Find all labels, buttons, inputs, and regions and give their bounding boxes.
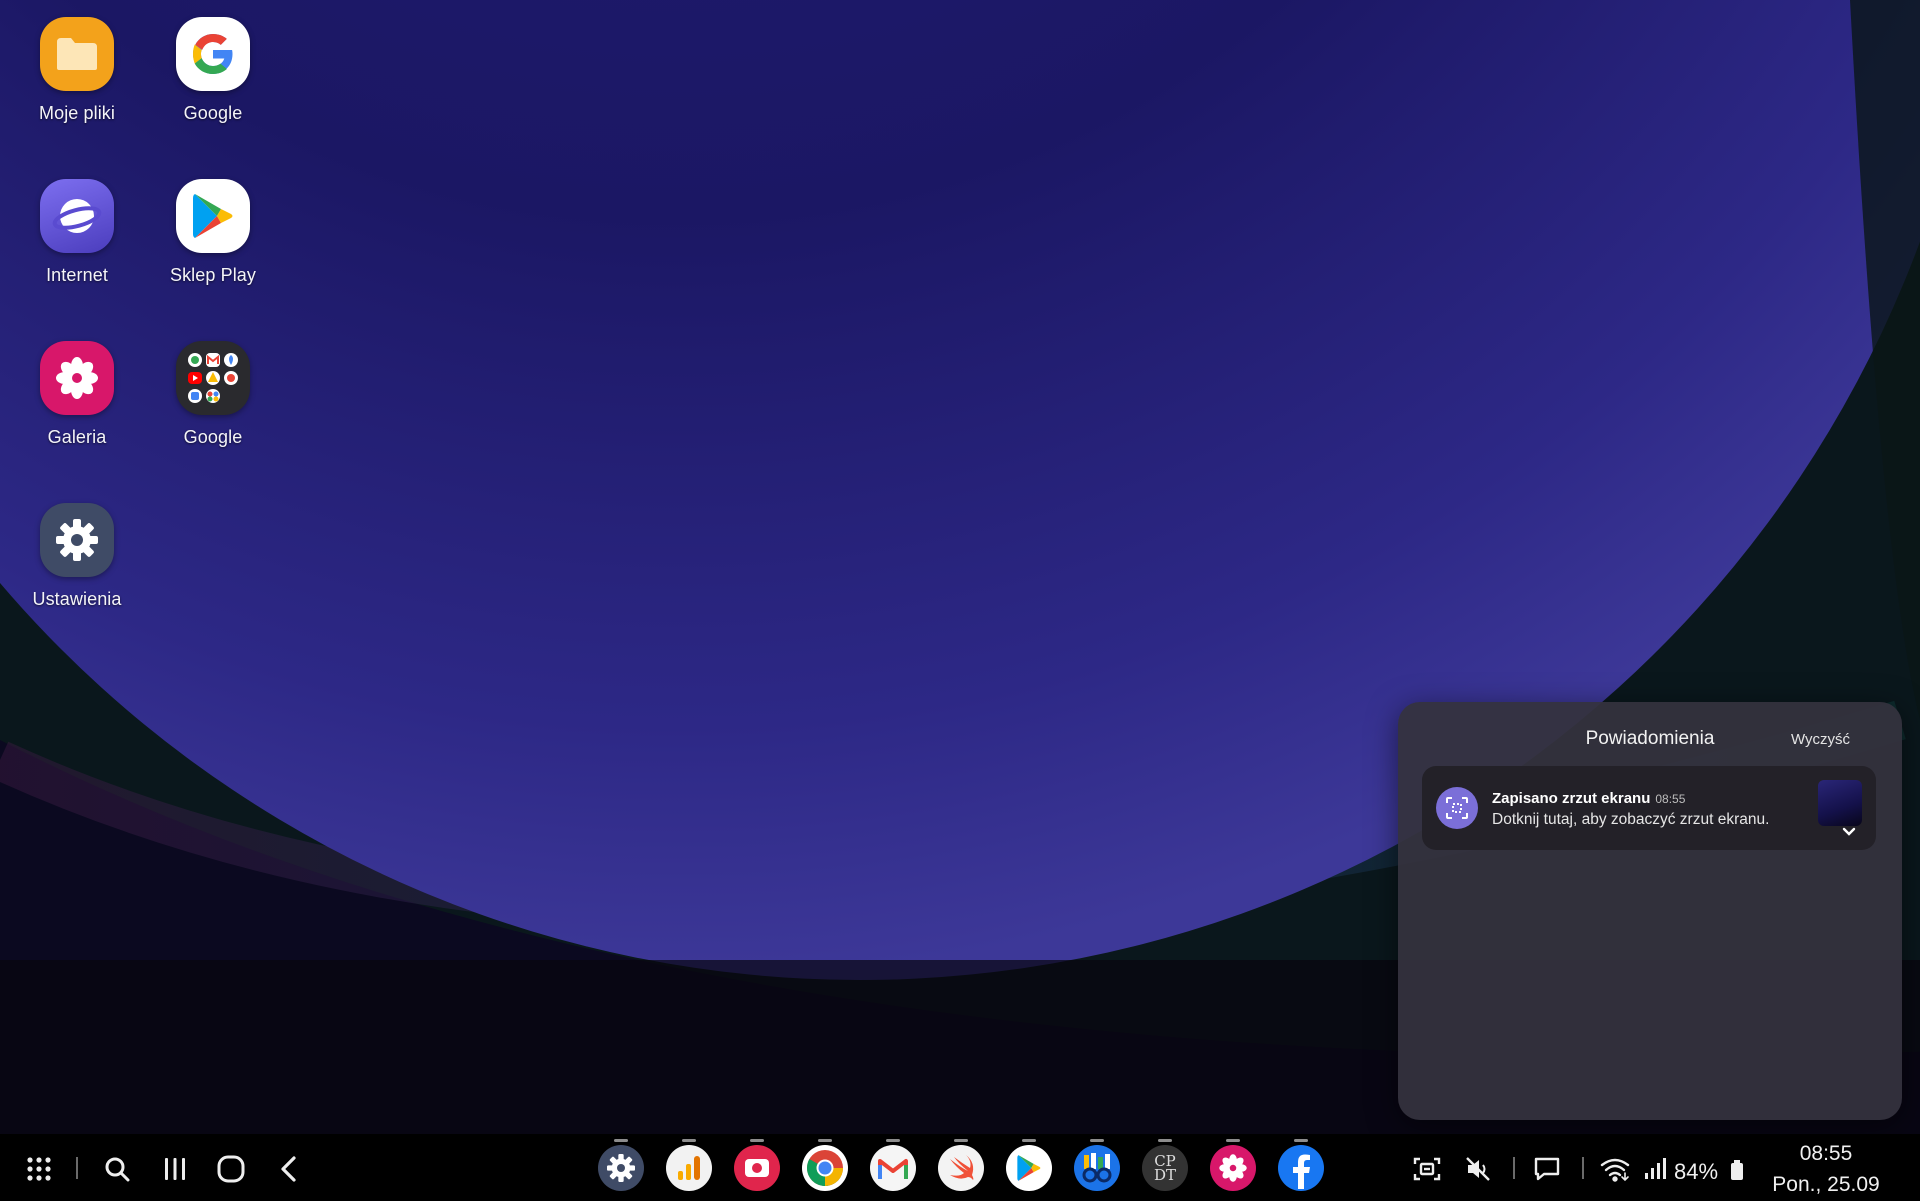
- app-google[interactable]: Google: [145, 0, 281, 124]
- settings-gear-icon: [40, 503, 114, 577]
- cpdt-label: CP DT: [1153, 1152, 1177, 1184]
- notification-card[interactable]: Zapisano zrzut ekranu 08:55 Dotknij tutaj…: [1422, 766, 1876, 850]
- app-label: Ustawienia: [32, 589, 122, 609]
- dock-chrome-icon[interactable]: [802, 1145, 848, 1191]
- app-folder-google[interactable]: Google: [145, 324, 281, 448]
- notification-text: Dotknij tutaj, aby zobaczyć zrzut ekranu…: [1492, 811, 1770, 828]
- message-icon[interactable]: [1530, 1154, 1564, 1184]
- folder-icon: [40, 17, 114, 91]
- home-icon[interactable]: [214, 1154, 248, 1184]
- recents-icon[interactable]: [158, 1154, 192, 1184]
- signal-icon: [1640, 1154, 1670, 1184]
- google-folder-icon: [176, 341, 250, 415]
- running-indicator: [1294, 1139, 1308, 1142]
- notification-title: Zapisano zrzut ekranu: [1492, 790, 1651, 807]
- dock-play-store-icon[interactable]: [1006, 1145, 1052, 1191]
- back-icon[interactable]: [272, 1154, 306, 1184]
- notification-header: Zapisano zrzut ekranu 08:55: [1492, 790, 1685, 807]
- app-moje-pliki[interactable]: Moje pliki: [9, 0, 145, 124]
- search-icon[interactable]: [100, 1154, 134, 1184]
- screenshot-thumbnail: [1818, 780, 1862, 826]
- wifi-icon[interactable]: [1598, 1154, 1632, 1184]
- gallery-flower-icon: [40, 341, 114, 415]
- running-indicator: [818, 1139, 832, 1142]
- battery-percentage: 84%: [1674, 1159, 1719, 1184]
- clear-notifications-button[interactable]: Wyczyść: [1791, 731, 1850, 748]
- running-indicator: [954, 1139, 968, 1142]
- app-label: Google: [183, 103, 243, 123]
- dock-gallery-icon[interactable]: [1210, 1145, 1256, 1191]
- app-internet[interactable]: Internet: [9, 162, 145, 286]
- app-label: Sklep Play: [169, 265, 257, 285]
- screenshot-status-icon[interactable]: [1410, 1154, 1444, 1184]
- running-indicator: [1022, 1139, 1036, 1142]
- dock-facebook-icon[interactable]: [1278, 1145, 1324, 1191]
- dock-screen-recorder-icon[interactable]: [734, 1145, 780, 1191]
- mute-icon[interactable]: [1462, 1154, 1496, 1184]
- notification-time: 08:55: [1655, 792, 1686, 806]
- dock-settings-icon[interactable]: [598, 1145, 644, 1191]
- app-sklep-play[interactable]: Sklep Play: [145, 162, 281, 286]
- dock-swift-icon[interactable]: [938, 1145, 984, 1191]
- running-indicator: [1090, 1139, 1104, 1142]
- app-ustawienia[interactable]: Ustawienia: [9, 486, 145, 610]
- status-date[interactable]: Pon., 25.09: [1762, 1173, 1890, 1197]
- play-store-icon: [176, 179, 250, 253]
- running-indicator: [886, 1139, 900, 1142]
- samsung-internet-icon: [40, 179, 114, 253]
- battery-icon: [1728, 1158, 1746, 1182]
- dock-analytics-icon[interactable]: [666, 1145, 712, 1191]
- running-indicator: [750, 1139, 764, 1142]
- notification-panel: Powiadomienia Wyczyść Zapisano zrzut ekr…: [1398, 702, 1902, 1120]
- taskbar-divider: [76, 1157, 78, 1179]
- status-divider: [1582, 1157, 1584, 1179]
- screenshot-icon: [1436, 787, 1478, 829]
- running-indicator: [1226, 1139, 1240, 1142]
- running-indicator: [614, 1139, 628, 1142]
- app-label: Internet: [46, 265, 108, 285]
- google-g-icon: [176, 17, 250, 91]
- status-time[interactable]: 08:55: [1770, 1142, 1882, 1166]
- app-label: Google: [183, 427, 243, 447]
- app-galeria[interactable]: Galeria: [9, 324, 145, 448]
- running-indicator: [682, 1139, 696, 1142]
- dock-news-icon[interactable]: [1074, 1145, 1120, 1191]
- dock-cpdt-icon[interactable]: CP DT: [1142, 1145, 1188, 1191]
- running-indicator: [1158, 1139, 1172, 1142]
- app-label: Moje pliki: [38, 103, 116, 123]
- chevron-down-icon[interactable]: [1839, 824, 1859, 840]
- apps-grid-icon[interactable]: [22, 1154, 56, 1184]
- app-label: Galeria: [47, 427, 107, 447]
- status-divider: [1513, 1157, 1515, 1179]
- dock-gmail-icon[interactable]: [870, 1145, 916, 1191]
